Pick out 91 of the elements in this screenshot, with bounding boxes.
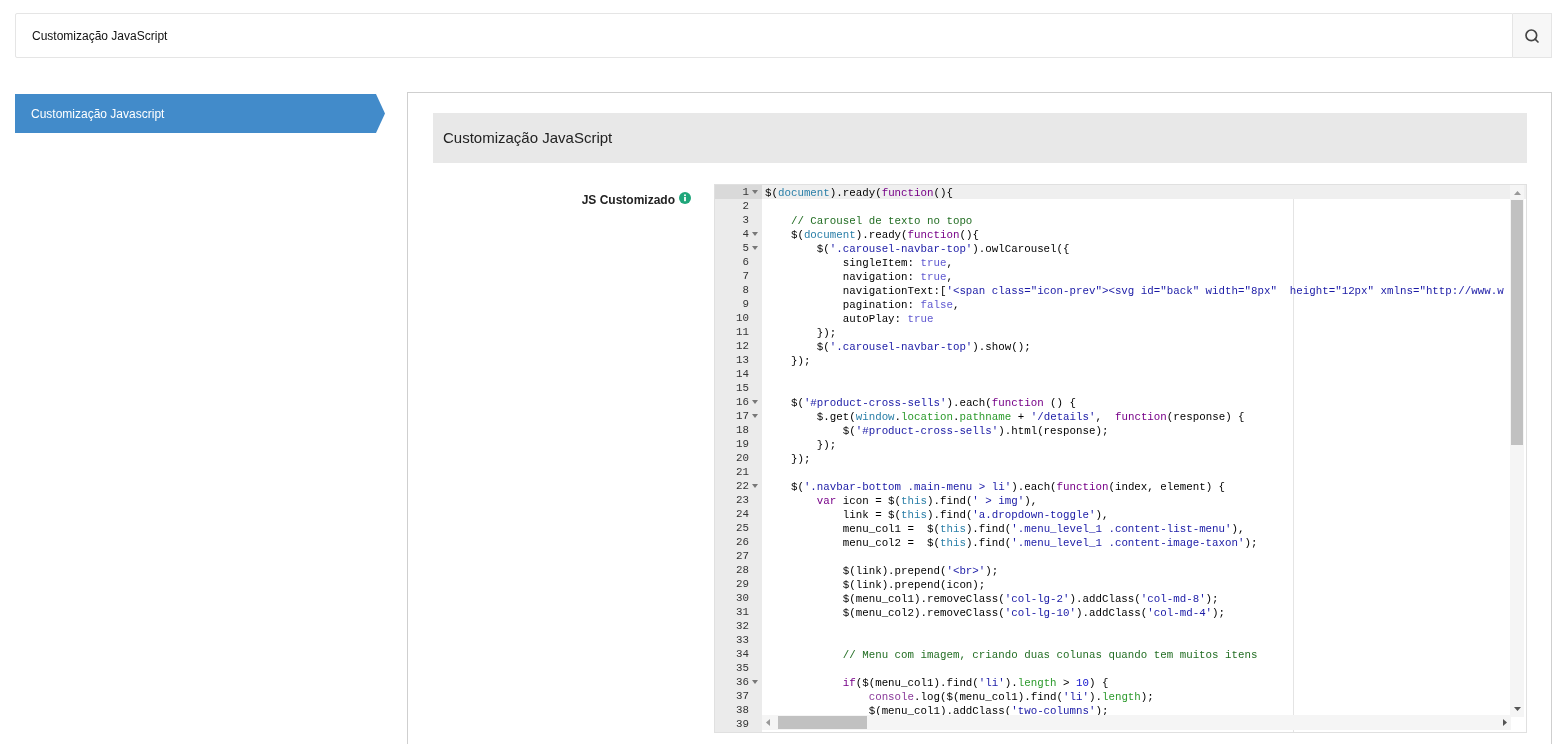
code-line: $(document).ready(function(){ [765,187,953,199]
line-number: 5 [742,241,749,255]
code-line: link = $(this).find('a.dropdown-toggle'), [841,509,1109,521]
line-number: 1 [742,185,749,199]
line-number: 37 [736,689,749,703]
line-number: 18 [736,423,749,437]
scroll-right-icon[interactable] [1503,719,1507,726]
line-number: 14 [736,367,749,381]
code-line: pagination: false, [841,299,960,311]
code-line: $(document).ready(function(){ [789,229,979,241]
line-number: 9 [742,297,749,311]
code-line: navigationText:['<span class="icon-prev"><svg id="back" width="8px" height="12px" xmlns="http://www.w [841,285,1504,297]
line-number: 4 [742,227,749,241]
line-number: 20 [736,451,749,465]
code-editor[interactable] [714,184,1527,733]
line-number: 17 [736,409,749,423]
line-number: 35 [736,661,749,675]
vertical-scrollbar[interactable] [1510,185,1524,717]
code-line: // Carousel de texto no topo [789,215,973,227]
line-number: 3 [742,213,749,227]
scroll-up-icon[interactable] [1513,191,1521,195]
line-number: 28 [736,563,749,577]
scrollbar-thumb[interactable] [1511,200,1523,445]
line-number: 6 [742,255,749,269]
code-line: }); [815,439,837,451]
code-line: $('.navbar-bottom .main-menu > li').each(function(index, element) { [789,481,1226,493]
horizontal-scrollbar[interactable] [762,715,1511,730]
line-number: 22 [736,479,749,493]
fold-arrow-icon[interactable] [751,190,758,194]
fold-arrow-icon[interactable] [751,400,758,404]
code-line: $(link).prepend('<br>'); [841,565,999,577]
code-line: if($(menu_col1).find('li').length > 10) { [841,677,1109,689]
code-line: navigation: true, [841,271,953,283]
line-number: 12 [736,339,749,353]
line-number: 11 [736,325,749,339]
line-number: 16 [736,395,749,409]
line-number: 34 [736,647,749,661]
code-line: $(link).prepend(icon); [841,579,986,591]
code-line: var icon = $(this).find(' > img'), [815,495,1038,507]
code-line: $('.carousel-navbar-top').show(); [815,341,1031,353]
code-line: $(menu_col1).removeClass('col-lg-2').addClass('col-md-8'); [841,593,1219,605]
line-number: 39 [736,717,749,731]
panel-title: Customização JavaScript [443,127,613,148]
line-number: 30 [736,591,749,605]
fold-arrow-icon[interactable] [751,246,758,250]
line-number: 32 [736,619,749,633]
line-number: 15 [736,381,749,395]
search-field[interactable]: Customização JavaScript [15,13,1513,58]
code-line: menu_col2 = $(this).find('.menu_level_1 .content-image-taxon'); [841,537,1258,549]
line-number: 38 [736,703,749,717]
code-line: // Menu com imagem, criando duas colunas quando tem muitos itens [841,649,1258,661]
line-number: 31 [736,605,749,619]
search-icon [1524,27,1540,44]
line-number: 33 [736,633,749,647]
line-number: 21 [736,465,749,479]
line-number: 10 [736,311,749,325]
search-button[interactable] [1513,13,1552,58]
line-number: 8 [742,283,749,297]
code-line: }); [789,355,811,367]
fold-arrow-icon[interactable] [751,414,758,418]
line-number: 19 [736,437,749,451]
code-line: singleItem: true, [841,257,953,269]
line-number: 2 [742,199,749,213]
fold-arrow-icon[interactable] [751,680,758,684]
code-line: $('#product-cross-sells').each(function () { [789,397,1077,409]
code-line: $(menu_col2).removeClass('col-lg-10').addClass('col-md-4'); [841,607,1226,619]
scroll-left-icon[interactable] [766,719,770,726]
line-number: 13 [736,353,749,367]
line-number: 7 [742,269,749,283]
code-line: autoPlay: true [841,313,934,325]
info-icon [679,192,691,204]
scroll-down-icon[interactable] [1513,707,1521,711]
line-number: 29 [736,577,749,591]
line-number: 36 [736,675,749,689]
code-line: $.get(window.location.pathname + '/details', function(response) { [815,411,1245,423]
field-label: JS Customizado [581,192,675,209]
code-line: menu_col1 = $(this).find('.menu_level_1 .content-list-menu'), [841,523,1245,535]
code-line: }); [815,327,837,339]
fold-arrow-icon[interactable] [751,232,758,236]
code-line: }); [789,453,811,465]
line-number: 25 [736,521,749,535]
sidebar-item[interactable]: Customização Javascript [15,94,385,133]
fold-arrow-icon[interactable] [751,484,758,488]
code-line: $('.carousel-navbar-top').owlCarousel({ [815,243,1070,255]
line-number: 24 [736,507,749,521]
line-number: 23 [736,493,749,507]
code-line: console.log($(menu_col1).find('li').length); [867,691,1154,703]
line-number: 27 [736,549,749,563]
line-number: 26 [736,535,749,549]
scrollbar-thumb[interactable] [778,716,867,729]
code-line: $('#product-cross-sells').html(response); [841,425,1109,437]
